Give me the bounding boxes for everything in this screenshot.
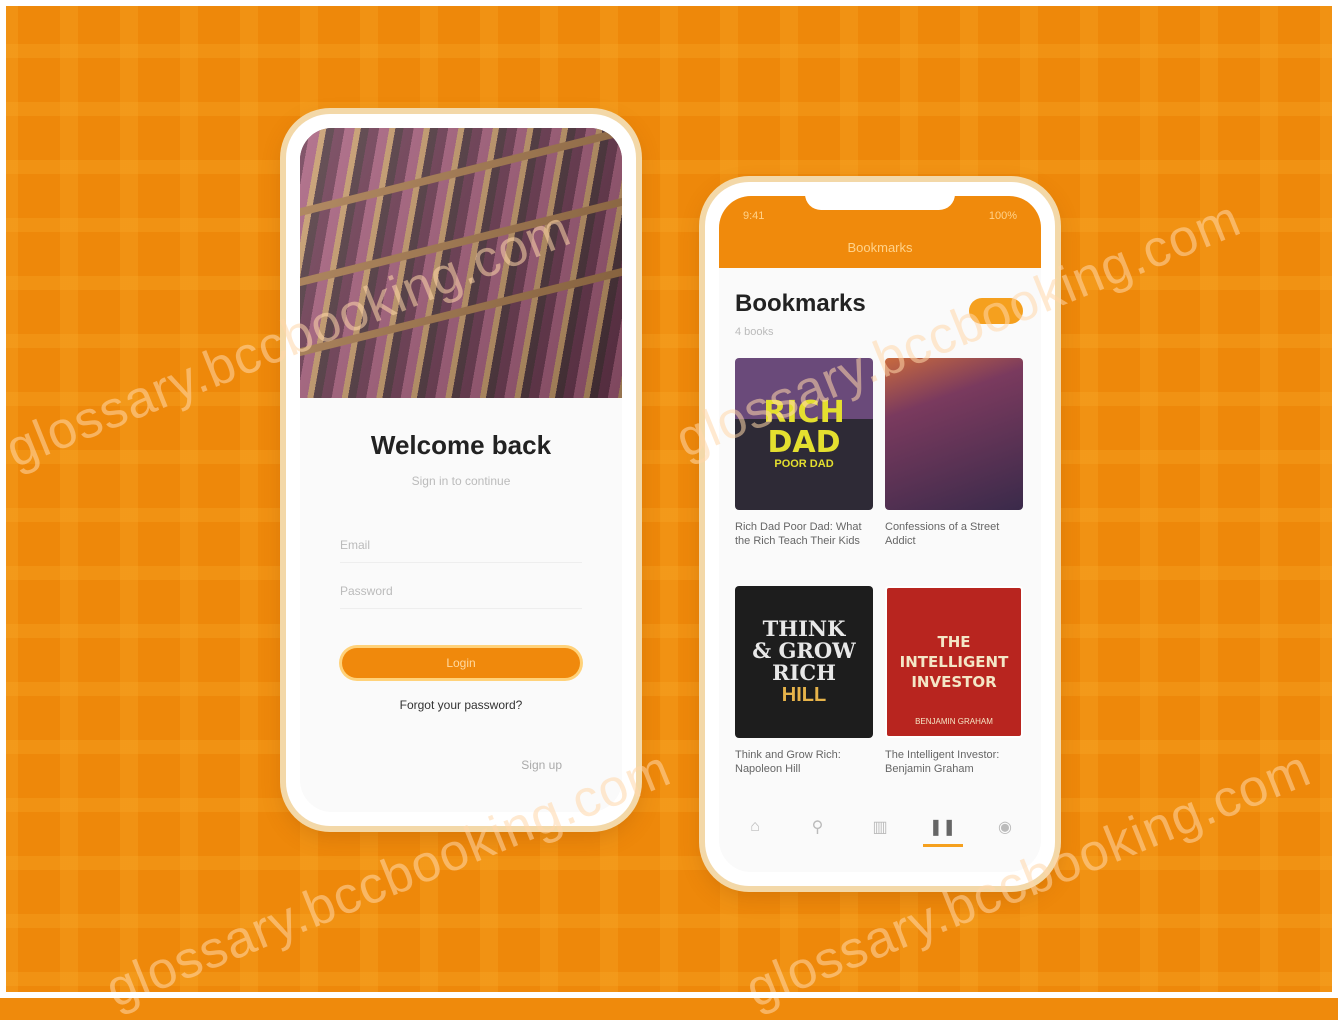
book-cover: THE INTELLIGENT INVESTOR BENJAMIN GRAHAM xyxy=(885,586,1023,738)
cover-text: INTELLIGENT xyxy=(899,653,1009,671)
email-label: Email xyxy=(340,538,371,552)
book-title: Think and Grow Rich: Napoleon Hill xyxy=(735,749,841,775)
status-time: 9:41 xyxy=(743,210,765,222)
book-title: The Intelligent Investor: Benjamin Graha… xyxy=(885,749,1000,775)
home-icon[interactable]: ⌂ xyxy=(735,810,775,844)
forgot-password-link[interactable]: Forgot your password? xyxy=(300,698,622,712)
book-card[interactable]: Confessions of a Street Addict xyxy=(885,358,1023,548)
cover-text: INVESTOR xyxy=(911,673,997,691)
cover-text: & GROW xyxy=(752,637,856,663)
tab-bar: ⌂ ⚲ ▥ ❚❚ ◉ xyxy=(735,810,1025,847)
cover-text: POOR DAD xyxy=(774,458,834,470)
header-title: Bookmarks xyxy=(847,240,913,255)
page-subtitle: 4 books xyxy=(735,326,774,338)
phone-notch xyxy=(805,182,955,210)
cover-text: HILL xyxy=(781,683,827,706)
login-button[interactable]: Login xyxy=(342,648,580,678)
login-phone: Welcome back Sign in to continue Email P… xyxy=(286,114,636,826)
search-icon[interactable]: ⚲ xyxy=(798,810,838,844)
book-title: Confessions of a Street Addict xyxy=(885,521,1000,547)
bookmark-icon[interactable]: ❚❚ xyxy=(922,810,963,847)
signup-link[interactable]: Sign up xyxy=(521,758,562,772)
password-field[interactable]: Password xyxy=(340,574,582,609)
cover-text: RICH xyxy=(772,659,836,685)
book-title: Rich Dad Poor Dad: What the Rich Teach T… xyxy=(735,521,862,547)
library-icon[interactable]: ▥ xyxy=(860,810,900,844)
cover-text: THINK xyxy=(762,615,846,641)
email-field[interactable]: Email xyxy=(340,528,582,563)
password-label: Password xyxy=(340,584,393,598)
cover-author: BENJAMIN GRAHAM xyxy=(915,717,993,726)
book-card[interactable]: THINK & GROW RICH HILL Think and Grow Ri… xyxy=(735,586,873,776)
book-cover: THINK & GROW RICH HILL xyxy=(735,586,873,738)
login-subtitle: Sign in to continue xyxy=(411,474,511,488)
page-title: Bookmarks xyxy=(735,290,866,317)
profile-icon[interactable]: ◉ xyxy=(985,810,1025,844)
status-battery: 100% xyxy=(988,210,1017,222)
login-title: Welcome back xyxy=(370,430,552,460)
cover-text: THE xyxy=(937,633,971,651)
login-screen: Welcome back Sign in to continue Email P… xyxy=(300,128,622,812)
book-card[interactable]: THE INTELLIGENT INVESTOR BENJAMIN GRAHAM… xyxy=(885,586,1023,776)
